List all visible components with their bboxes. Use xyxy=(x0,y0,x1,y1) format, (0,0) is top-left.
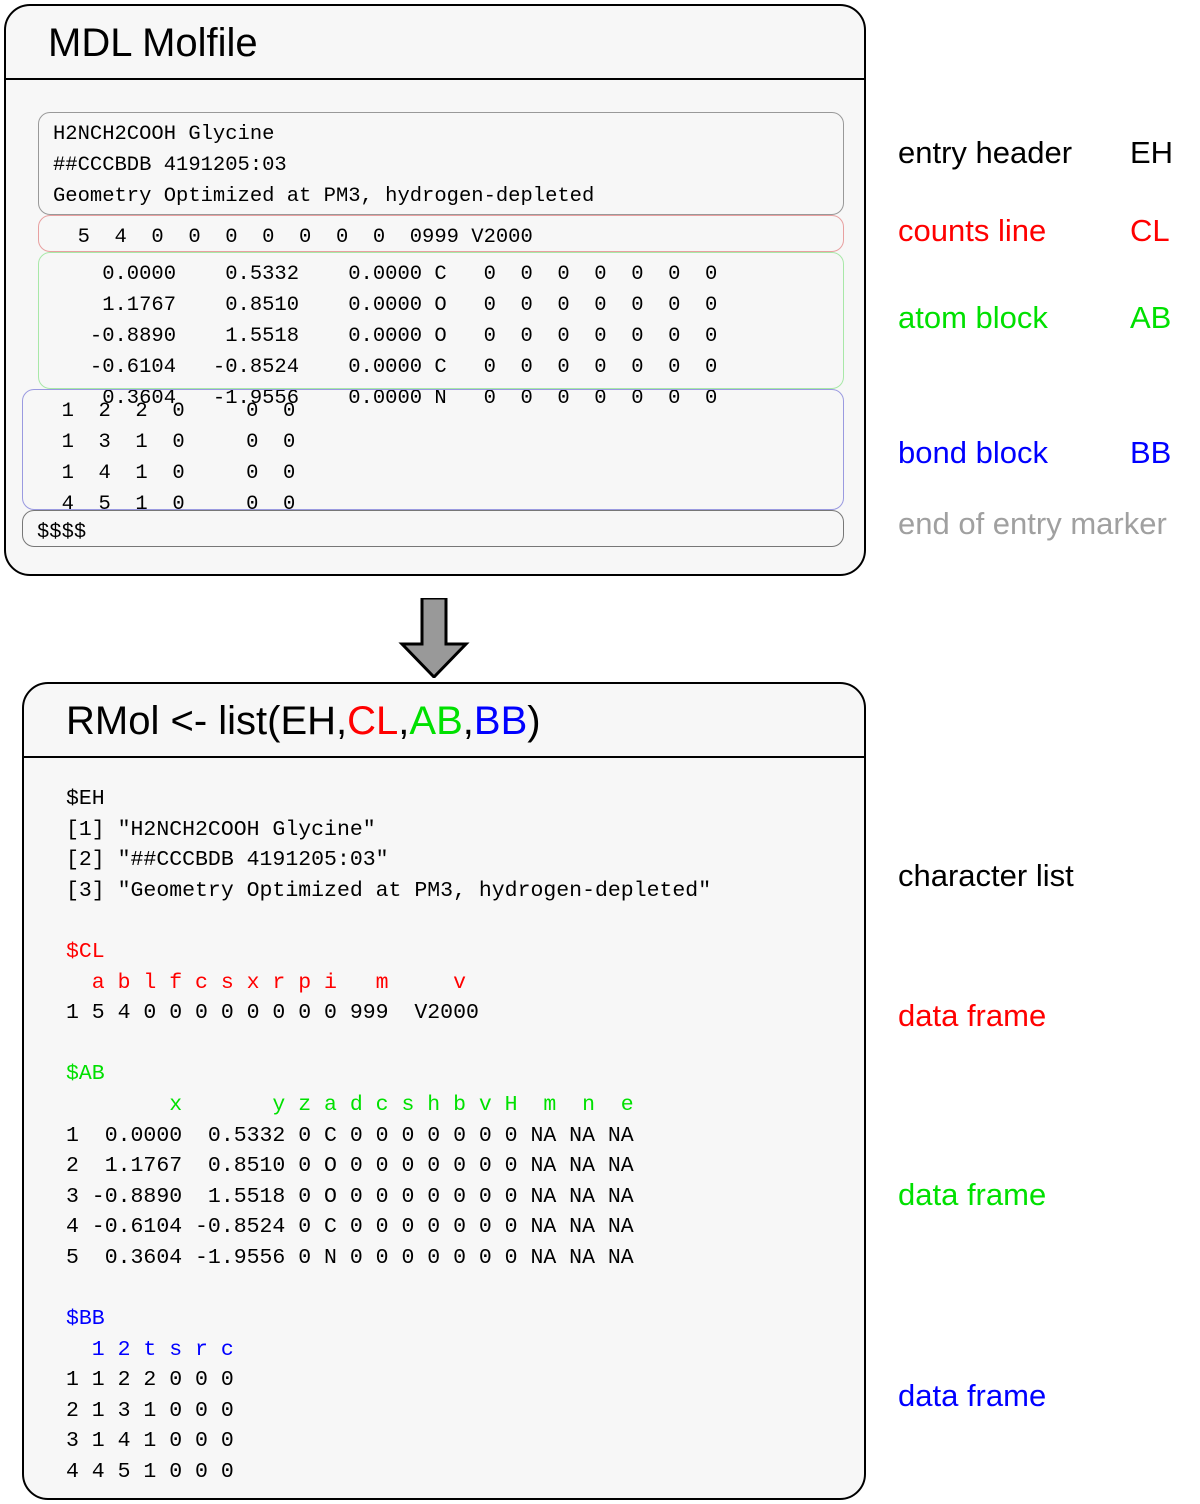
rmol-panel-body: $EH [1] "H2NCH2COOH Glycine" [2] "##CCCB… xyxy=(24,760,864,1498)
down-arrow xyxy=(395,596,473,683)
rmol-panel: RMol <- list(EH,CL,AB,BB) $EH [1] "H2NCH… xyxy=(22,682,866,1500)
legend-end-of-entry-label: end of entry marker xyxy=(898,506,1167,541)
rmol-panel-title: RMol <- list(EH,CL,AB,BB) xyxy=(24,684,864,758)
legend-entry-header-abbr: EH xyxy=(1130,135,1174,170)
bond-block-line-1: 1 2 2 0 0 0 xyxy=(37,400,296,423)
rmol-bb-row-3: 3 1 4 1 0 0 0 xyxy=(66,1429,234,1454)
rmol-gap-3 xyxy=(66,1274,864,1305)
rmol-ab-header: x y z a d c s h b v H m n e xyxy=(66,1092,634,1117)
atom-block-line-1: 0.0000 0.5332 0.0000 C 0 0 0 0 0 0 0 xyxy=(53,263,718,286)
legend-bond-block-label: bond block xyxy=(898,435,1048,470)
bond-block-box: 1 2 2 0 0 0 1 3 1 0 0 0 1 4 1 0 0 0 4 5 … xyxy=(22,389,844,516)
bond-block-line-2: 1 3 1 0 0 0 xyxy=(37,431,296,454)
down-arrow-icon xyxy=(398,596,470,680)
molfile-panel-body: H2NCH2COOH Glycine ##CCCBDB 4191205:03 G… xyxy=(6,82,864,574)
rmol-title-comma-1: , xyxy=(336,699,348,743)
rmol-ab-row-4: 4 -0.6104 -0.8524 0 C 0 0 0 0 0 0 0 NA N… xyxy=(66,1215,634,1240)
legend-character-list: character list xyxy=(898,858,1074,893)
rmol-ab-tag: $AB xyxy=(66,1062,105,1087)
atom-block-line-3: -0.8890 1.5518 0.0000 O 0 0 0 0 0 0 0 xyxy=(53,325,718,348)
rmol-eh-line-1: [1] "H2NCH2COOH Glycine" xyxy=(66,817,376,842)
rmol-title-comma-2: , xyxy=(398,699,410,743)
rmol-bb-header: 1 2 t s r c xyxy=(66,1337,234,1362)
rmol-gap-2 xyxy=(66,1029,864,1060)
legend-data-frame-cl: data frame xyxy=(898,998,1047,1033)
atom-block-line-2: 1.1767 0.8510 0.0000 O 0 0 0 0 0 0 0 xyxy=(53,294,718,317)
rmol-title-suffix: ) xyxy=(527,699,541,743)
end-of-entry-text: $$$$ xyxy=(37,521,87,544)
rmol-cl-section: $CL a b l f c s x r p i m v 1 5 4 0 0 0 … xyxy=(66,937,864,1059)
rmol-eh-section: $EH [1] "H2NCH2COOH Glycine" [2] "##CCCB… xyxy=(66,784,864,937)
rmol-ab-row-1: 1 0.0000 0.5332 0 C 0 0 0 0 0 0 0 NA NA … xyxy=(66,1123,634,1148)
rmol-gap-1 xyxy=(66,906,864,937)
rmol-ab-row-2: 2 1.1767 0.8510 0 O 0 0 0 0 0 0 0 NA NA … xyxy=(66,1154,634,1179)
legend-atom-block-label: atom block xyxy=(898,300,1048,335)
rmol-cl-header: a b l f c s x r p i m v xyxy=(66,970,466,995)
rmol-title-prefix: RMol <- list( xyxy=(66,699,281,743)
rmol-title-ab: AB xyxy=(409,699,463,743)
counts-line-text: 5 4 0 0 0 0 0 0 0 0999 V2000 xyxy=(53,226,533,249)
legend-data-frame-ab: data frame xyxy=(898,1177,1047,1212)
legend-counts-line-label: counts line xyxy=(898,213,1047,248)
molfile-panel-title: MDL Molfile xyxy=(6,6,864,80)
rmol-ab-row-3: 3 -0.8890 1.5518 0 O 0 0 0 0 0 0 0 NA NA… xyxy=(66,1184,634,1209)
rmol-cl-row-1: 1 5 4 0 0 0 0 0 0 0 0 999 V2000 xyxy=(66,1001,479,1026)
rmol-ab-row-5: 5 0.3604 -1.9556 0 N 0 0 0 0 0 0 0 NA NA… xyxy=(66,1245,634,1270)
legend-entry-header-label: entry header xyxy=(898,135,1073,170)
entry-header-line-1: H2NCH2COOH Glycine xyxy=(53,123,275,146)
counts-line-box: 5 4 0 0 0 0 0 0 0 0999 V2000 xyxy=(38,215,844,252)
rmol-title-eh: EH xyxy=(280,699,337,743)
rmol-cl-tag: $CL xyxy=(66,939,105,964)
rmol-eh-line-2: [2] "##CCCBDB 4191205:03" xyxy=(66,848,389,873)
molfile-panel: MDL Molfile H2NCH2COOH Glycine ##CCCBDB … xyxy=(4,4,866,576)
rmol-bb-row-4: 4 4 5 1 0 0 0 xyxy=(66,1460,234,1485)
rmol-eh-tag: $EH xyxy=(66,787,105,811)
rmol-bb-tag: $BB xyxy=(66,1307,105,1332)
legend-bond-block-abbr: BB xyxy=(1130,435,1172,470)
entry-header-box: H2NCH2COOH Glycine ##CCCBDB 4191205:03 G… xyxy=(38,112,844,215)
atom-block-line-4: -0.6104 -0.8524 0.0000 C 0 0 0 0 0 0 0 xyxy=(53,356,718,379)
entry-header-line-2: ##CCCBDB 4191205:03 xyxy=(53,154,287,177)
rmol-bb-row-1: 1 1 2 2 0 0 0 xyxy=(66,1368,234,1393)
rmol-bb-row-2: 2 1 3 1 0 0 0 xyxy=(66,1398,234,1423)
rmol-title-comma-3: , xyxy=(462,699,474,743)
atom-block-box: 0.0000 0.5332 0.0000 C 0 0 0 0 0 0 0 1.1… xyxy=(38,252,844,410)
end-of-entry-box: $$$$ xyxy=(22,510,844,547)
legend-atom-block-abbr: AB xyxy=(1130,300,1172,335)
legend-counts-line-abbr: CL xyxy=(1130,213,1170,248)
rmol-title-cl: CL xyxy=(347,699,399,743)
bond-block-line-3: 1 4 1 0 0 0 xyxy=(37,462,296,485)
rmol-eh-line-3: [3] "Geometry Optimized at PM3, hydrogen… xyxy=(66,878,712,903)
rmol-ab-section: $AB x y z a d c s h b v H m n e 1 0.0000… xyxy=(66,1059,864,1304)
rmol-bb-section: $BB 1 2 t s r c 1 1 2 2 0 0 0 2 1 3 1 0 … xyxy=(66,1304,864,1488)
entry-header-line-3: Geometry Optimized at PM3, hydrogen-depl… xyxy=(53,185,595,208)
legend-data-frame-bb: data frame xyxy=(898,1378,1047,1413)
rmol-title-bb: BB xyxy=(473,699,528,743)
